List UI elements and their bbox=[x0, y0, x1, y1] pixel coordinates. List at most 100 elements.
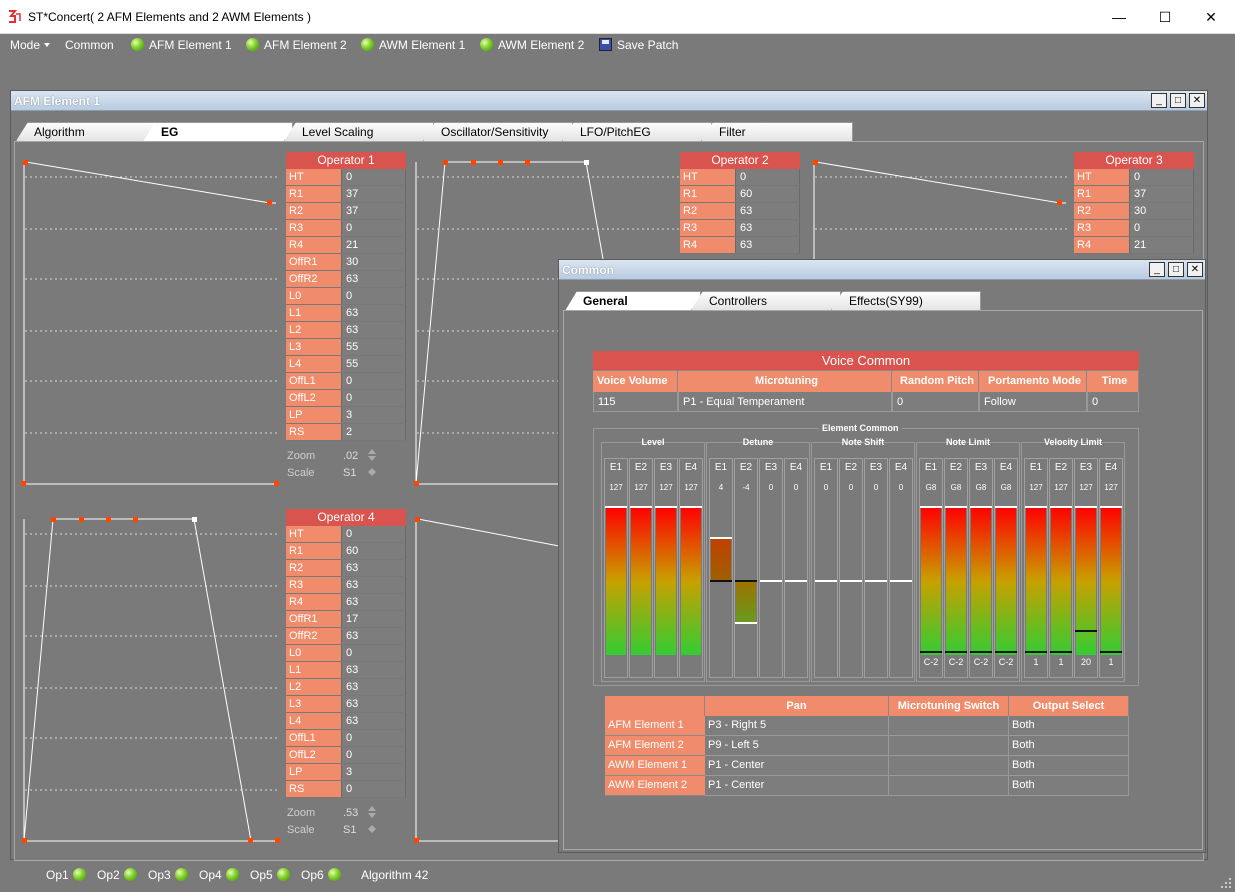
slider-handle[interactable] bbox=[995, 506, 1017, 508]
resize-grip-icon[interactable] bbox=[1220, 877, 1232, 889]
param-value[interactable]: 0 bbox=[341, 169, 406, 185]
channel-slider[interactable]: E3 0 bbox=[759, 458, 783, 678]
slider-low-handle[interactable] bbox=[995, 651, 1017, 653]
slider-handle[interactable] bbox=[970, 506, 992, 508]
pan-cell[interactable]: P9 - Left 5 bbox=[705, 736, 889, 756]
tab-oscillator-sensitivity[interactable]: Oscillator/Sensitivity bbox=[423, 122, 573, 141]
slider-handle[interactable] bbox=[945, 506, 967, 508]
channel-slider[interactable]: E1 G8 C-2 bbox=[919, 458, 943, 678]
param-value[interactable]: 63 bbox=[341, 322, 406, 338]
pan-cell[interactable] bbox=[889, 756, 1009, 776]
channel-slider[interactable]: E2 0 bbox=[839, 458, 863, 678]
spinner-leftright-icon[interactable] bbox=[367, 822, 377, 836]
slider-low-handle[interactable] bbox=[1075, 630, 1097, 632]
channel-slider[interactable]: E1 4 bbox=[709, 458, 733, 678]
maximize-button[interactable]: □ bbox=[1170, 93, 1186, 108]
param-value[interactable]: 0 bbox=[735, 169, 800, 185]
slider-handle[interactable] bbox=[785, 580, 807, 582]
slider-low-handle[interactable] bbox=[920, 651, 942, 653]
operator-toggle-4[interactable]: Op4 bbox=[199, 868, 239, 882]
slider-handle[interactable] bbox=[840, 580, 862, 582]
param-value[interactable]: 0 bbox=[341, 645, 406, 661]
param-value[interactable]: 60 bbox=[735, 186, 800, 202]
slider-handle[interactable] bbox=[890, 580, 912, 582]
param-value[interactable]: 3 bbox=[341, 764, 406, 780]
param-value[interactable]: 0 bbox=[341, 781, 406, 797]
slider-low-handle[interactable] bbox=[970, 651, 992, 653]
param-value[interactable]: 0 bbox=[341, 373, 406, 389]
param-value[interactable]: 0 bbox=[341, 390, 406, 406]
pan-cell[interactable]: Both bbox=[1009, 736, 1129, 756]
close-button[interactable]: ✕ bbox=[1187, 262, 1203, 277]
tab-algorithm[interactable]: Algorithm bbox=[16, 122, 156, 141]
close-button[interactable]: ✕ bbox=[1189, 93, 1205, 108]
tab-controllers[interactable]: Controllers bbox=[691, 291, 841, 310]
minimize-button[interactable]: — bbox=[1096, 4, 1142, 30]
pan-cell[interactable]: Both bbox=[1009, 776, 1129, 796]
common-menu[interactable]: Common bbox=[65, 38, 114, 52]
param-value[interactable]: 63 bbox=[341, 662, 406, 678]
maximize-button[interactable]: ☐ bbox=[1142, 4, 1188, 30]
slider-low-handle[interactable] bbox=[1100, 651, 1122, 653]
channel-slider[interactable]: E2 -4 bbox=[734, 458, 758, 678]
slider-handle[interactable] bbox=[865, 580, 887, 582]
param-value[interactable]: 17 bbox=[341, 611, 406, 627]
channel-slider[interactable]: E4 G8 C-2 bbox=[994, 458, 1018, 678]
tab-filter[interactable]: Filter bbox=[701, 122, 853, 141]
channel-slider[interactable]: E1 0 bbox=[814, 458, 838, 678]
spinner-updown-icon[interactable] bbox=[367, 805, 377, 819]
slider-low-handle[interactable] bbox=[1025, 651, 1047, 653]
param-value[interactable]: 63 bbox=[341, 628, 406, 644]
slider-handle[interactable] bbox=[920, 506, 942, 508]
param-value[interactable]: 0 bbox=[341, 730, 406, 746]
slider-handle[interactable] bbox=[735, 622, 757, 624]
param-value[interactable]: 3 bbox=[341, 407, 406, 423]
channel-slider[interactable]: E2 G8 C-2 bbox=[944, 458, 968, 678]
slider-handle[interactable] bbox=[760, 580, 782, 582]
tab-lfo-pitcheg[interactable]: LFO/PitchEG bbox=[562, 122, 712, 141]
param-value[interactable]: 63 bbox=[735, 237, 800, 253]
param-value[interactable]: 63 bbox=[341, 679, 406, 695]
save-patch-button[interactable]: Save Patch bbox=[599, 38, 678, 52]
slider-handle[interactable] bbox=[1100, 506, 1122, 508]
slider-handle[interactable] bbox=[815, 580, 837, 582]
pan-cell[interactable] bbox=[889, 776, 1009, 796]
slider-handle[interactable] bbox=[1025, 506, 1047, 508]
channel-slider[interactable]: E4 0 bbox=[784, 458, 808, 678]
param-value[interactable]: 0 bbox=[341, 220, 406, 236]
param-value[interactable]: 21 bbox=[341, 237, 406, 253]
pan-cell[interactable]: Both bbox=[1009, 716, 1129, 736]
voice-common-value[interactable]: Follow bbox=[979, 392, 1087, 412]
slider-handle[interactable] bbox=[655, 506, 677, 508]
param-value[interactable]: 37 bbox=[1129, 186, 1194, 202]
pan-cell[interactable]: P1 - Center bbox=[705, 756, 889, 776]
slider-handle[interactable] bbox=[1075, 506, 1097, 508]
close-button[interactable]: ✕ bbox=[1188, 4, 1234, 30]
param-value[interactable]: 55 bbox=[341, 339, 406, 355]
channel-slider[interactable]: E2 127 bbox=[629, 458, 653, 678]
param-value[interactable]: 21 bbox=[1129, 237, 1194, 253]
param-value[interactable]: 0 bbox=[341, 288, 406, 304]
maximize-button[interactable]: □ bbox=[1168, 262, 1184, 277]
pan-cell[interactable] bbox=[889, 716, 1009, 736]
slider-handle[interactable] bbox=[1050, 506, 1072, 508]
param-value[interactable]: 63 bbox=[341, 577, 406, 593]
operator-toggle-1[interactable]: Op1 bbox=[46, 868, 86, 882]
channel-slider[interactable]: E3 G8 C-2 bbox=[969, 458, 993, 678]
param-value[interactable]: 0 bbox=[1129, 169, 1194, 185]
awm-element-2-menu[interactable]: AWM Element 2 bbox=[480, 38, 584, 52]
channel-slider[interactable]: E3 127 bbox=[654, 458, 678, 678]
param-value[interactable]: 30 bbox=[341, 254, 406, 270]
operator-toggle-2[interactable]: Op2 bbox=[97, 868, 137, 882]
param-value[interactable]: 63 bbox=[341, 696, 406, 712]
param-value[interactable]: 63 bbox=[341, 713, 406, 729]
param-value[interactable]: 63 bbox=[341, 305, 406, 321]
channel-slider[interactable]: E4 127 bbox=[679, 458, 703, 678]
pan-cell[interactable] bbox=[889, 736, 1009, 756]
tab-eg[interactable]: EG bbox=[143, 122, 293, 142]
param-value[interactable]: 37 bbox=[341, 203, 406, 219]
channel-slider[interactable]: E4 0 bbox=[889, 458, 913, 678]
param-value[interactable]: 2 bbox=[341, 424, 406, 440]
pan-cell[interactable]: P3 - Right 5 bbox=[705, 716, 889, 736]
afm-element-2-menu[interactable]: AFM Element 2 bbox=[246, 38, 347, 52]
